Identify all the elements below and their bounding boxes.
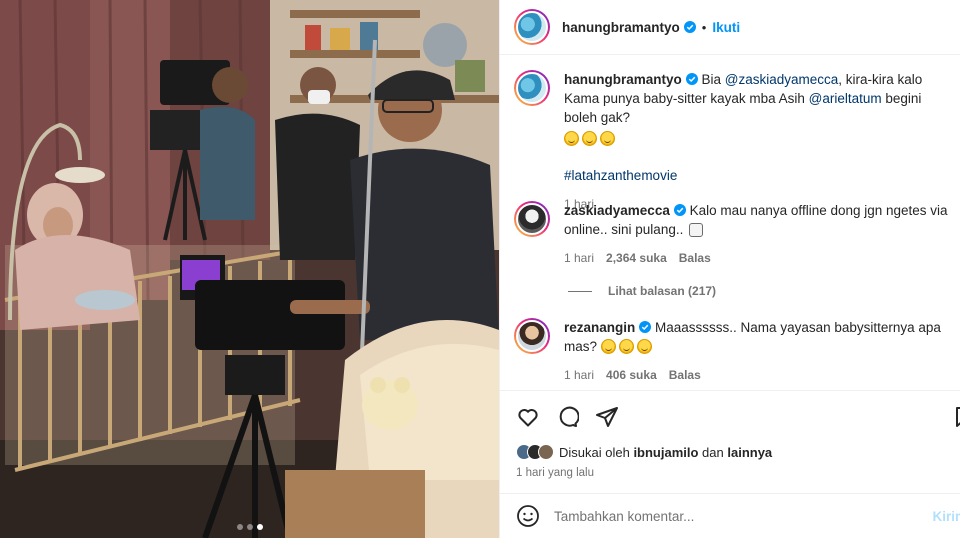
action-bar: [500, 390, 960, 436]
avatar[interactable]: [514, 9, 550, 45]
verified-badge-icon: [673, 204, 686, 216]
view-replies-label: Lihat balasan (217): [608, 284, 717, 298]
verified-badge-icon: [639, 321, 652, 333]
reply-button[interactable]: Balas: [679, 249, 711, 268]
post-date[interactable]: 1 hari yang lalu: [516, 467, 594, 479]
heart-icon[interactable]: [516, 405, 540, 429]
comment-item: rezanangin Maaassssss.. Nama yayasan bab…: [514, 318, 954, 385]
grinning-sweat-emoji: [564, 131, 579, 146]
caption-username[interactable]: hanungbramantyo: [564, 72, 682, 87]
comment-composer: Kirim: [500, 493, 960, 538]
tissue-emoji: [689, 223, 704, 237]
follow-button[interactable]: Ikuti: [712, 20, 740, 35]
post-photo: [0, 0, 499, 538]
comment-likes[interactable]: 2,364 suka: [606, 249, 667, 268]
verified-badge-icon: [683, 21, 696, 33]
mention-link[interactable]: @arieltatum: [809, 91, 882, 106]
carousel-dot[interactable]: [246, 524, 253, 530]
carousel-indicator: [0, 524, 499, 530]
divider-line: [568, 290, 592, 292]
post-side-panel: hanungbramantyo • Ikuti hanungbramantyo …: [499, 0, 960, 538]
caption-text: Bia: [701, 72, 725, 87]
comment-input[interactable]: [554, 508, 914, 524]
caption: hanungbramantyo Bia @zaskiadyamecca, kir…: [514, 70, 954, 214]
grinning-sweat-emoji: [600, 339, 616, 354]
avatar[interactable]: [514, 201, 550, 237]
comment-item: zaskiadyamecca Kalo mau nanya offline do…: [514, 201, 954, 268]
likes-prefix: Disukai oleh: [559, 444, 634, 460]
liker-avatar[interactable]: [538, 444, 554, 460]
comment-time[interactable]: 1 hari: [564, 249, 594, 268]
comment-username[interactable]: rezanangin: [564, 320, 635, 335]
comment-username[interactable]: zaskiadyamecca: [564, 203, 670, 218]
liker-username[interactable]: ibnujamilo: [633, 445, 698, 460]
author-username[interactable]: hanungbramantyo: [562, 20, 680, 35]
avatar[interactable]: [514, 70, 550, 106]
share-icon[interactable]: [595, 405, 619, 429]
send-comment-button[interactable]: Kirim: [932, 509, 960, 524]
grinning-sweat-emoji: [636, 339, 652, 354]
comment-icon[interactable]: [555, 405, 579, 429]
separator-dot: •: [701, 19, 707, 35]
comments-area: hanungbramantyo Bia @zaskiadyamecca, kir…: [500, 56, 960, 390]
grinning-sweat-emoji: [618, 339, 634, 354]
carousel-dot-active[interactable]: [256, 524, 263, 530]
grinning-sweat-emoji: [600, 131, 615, 146]
comment-likes[interactable]: 406 suka: [606, 366, 657, 385]
likes-suffix: dan: [698, 444, 728, 460]
likes-others-link[interactable]: lainnya: [727, 445, 772, 460]
hashtag-link[interactable]: #latahzanthemovie: [564, 168, 677, 183]
reply-button[interactable]: Balas: [669, 366, 701, 385]
bookmark-icon[interactable]: [952, 405, 960, 429]
post-header: hanungbramantyo • Ikuti: [500, 0, 960, 55]
carousel-dot[interactable]: [236, 524, 243, 530]
film-set-photo: [0, 0, 499, 538]
comment-time[interactable]: 1 hari: [564, 366, 594, 385]
view-replies-button[interactable]: Lihat balasan (217): [568, 284, 716, 298]
mention-link[interactable]: @zaskiadyamecca: [725, 72, 839, 87]
likes-summary: Disukai oleh ibnujamilo dan lainnya: [516, 444, 772, 460]
avatar[interactable]: [514, 318, 550, 354]
grinning-sweat-emoji: [582, 131, 597, 146]
verified-badge-icon: [685, 73, 698, 85]
emoji-picker-icon[interactable]: [516, 504, 540, 528]
